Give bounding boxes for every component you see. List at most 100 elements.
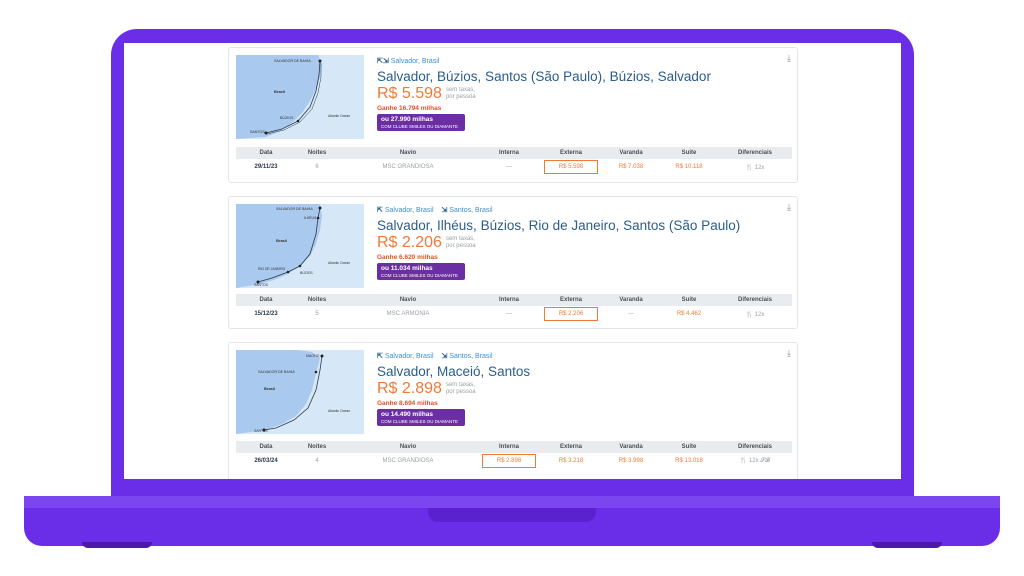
svg-text:Atlantic Ocean: Atlantic Ocean — [328, 114, 350, 118]
price: R$ 2.898 — [377, 380, 442, 397]
port-link[interactable]: Salvador, Brasil — [385, 207, 434, 214]
cruise-card[interactable]: SALVADOR DE BAHIA ILHÉUS Brasil RIO DE J… — [228, 196, 798, 329]
port-link[interactable]: Santos, Brasil — [449, 353, 492, 360]
svg-text:SALVADOR DE BAHIA: SALVADOR DE BAHIA — [276, 207, 313, 211]
col-header: Externa — [540, 294, 602, 306]
price-note: sem taxas, por pessoa — [445, 382, 476, 395]
col-header: Suite — [660, 294, 718, 306]
port-link[interactable]: Santos, Brasil — [449, 207, 492, 214]
fare-table: Data Noites Navio Interna Externa Varand… — [236, 441, 792, 469]
svg-text:SANTOS: SANTOS — [254, 283, 269, 287]
nights-cell: 5 — [315, 311, 319, 317]
svg-text:Brasil: Brasil — [276, 238, 287, 243]
interna-price-selected[interactable]: R$ 2.898 — [481, 454, 537, 468]
differentials-cell: 🍴 12x — [745, 311, 765, 318]
col-header: Noites — [296, 294, 338, 306]
col-header: Data — [236, 441, 296, 453]
interna-price[interactable]: --- — [478, 306, 540, 322]
svg-text:SALVADOR DE BAHIA: SALVADOR DE BAHIA — [274, 59, 311, 63]
ports-line: ⇱⇲ Salvador, Brasil — [377, 57, 777, 67]
svg-text:BÚZIOS: BÚZIOS — [300, 270, 313, 275]
cruise-card[interactable]: SALVADOR DE BAHIA Brasil BÚZIOS SANTOS A… — [228, 47, 798, 183]
table-row: 15/12/23 5 MSC ARMONIA --- R$ 2.206 --- … — [236, 306, 792, 322]
cruise-info: ⇱ Salvador, Brasil ⇲ Santos, Brasil Salvad… — [377, 352, 777, 428]
ports-line: ⇱ Salvador, Brasil ⇲ Santos, Brasil — [377, 206, 777, 216]
col-header: Varanda — [602, 294, 660, 306]
col-header: Externa — [540, 147, 602, 159]
laptop-mockup: SALVADOR DE BAHIA Brasil BÚZIOS SANTOS A… — [0, 0, 1024, 576]
svg-text:RIO DE JANEIRO: RIO DE JANEIRO — [258, 267, 286, 271]
fare-table: Data Noites Navio Interna Externa Varand… — [236, 294, 792, 322]
ship-cell: MSC ARMONIA — [386, 311, 430, 317]
price-note: sem taxas, por pessoa — [445, 87, 476, 100]
nights-cell: 6 — [315, 164, 319, 170]
route-map-drawing: SALVADOR DE BAHIA ILHÉUS Brasil RIO DE J… — [236, 204, 350, 288]
col-header: Varanda — [602, 147, 660, 159]
price: R$ 2.206 — [377, 234, 442, 251]
date-cell: 26/03/24 — [254, 458, 278, 464]
miles-earned: Ganhe 16.794 milhas — [377, 105, 442, 112]
miles-earned: Ganhe 8.694 milhas — [377, 400, 438, 407]
col-header: Navio — [338, 147, 478, 159]
col-header: Noites — [296, 441, 338, 453]
laptop-foot-right — [872, 542, 942, 548]
col-header: Noites — [296, 147, 338, 159]
col-header: Interna — [478, 441, 540, 453]
differentials-cell: 🍴 12x — [745, 164, 765, 171]
externa-price[interactable]: R$ 3.218 — [540, 453, 602, 469]
svg-text:ILHÉUS: ILHÉUS — [304, 215, 317, 220]
interna-cell: R$ 2.898 — [478, 453, 540, 469]
col-header: Data — [236, 294, 296, 306]
price-note: sem taxas, por pessoa — [445, 236, 476, 249]
col-header: Diferenciais — [718, 294, 792, 306]
ports-line: ⇱ Salvador, Brasil ⇲ Santos, Brasil — [377, 352, 777, 362]
cruise-card[interactable]: MACEIÓ SALVADOR DE BAHIA Brasil Atlantic… — [228, 342, 798, 479]
svg-text:MACEIÓ: MACEIÓ — [306, 353, 320, 358]
price: R$ 5.598 — [377, 85, 442, 102]
svg-text:Atlantic Ocean: Atlantic Ocean — [328, 261, 350, 265]
cruise-info: ⇱⇲ Salvador, Brasil Salvador, Búzios, San… — [377, 57, 777, 133]
route-map: SALVADOR DE BAHIA Brasil BÚZIOS SANTOS A… — [236, 55, 364, 139]
svg-text:BÚZIOS: BÚZIOS — [280, 115, 294, 120]
port-link[interactable]: Salvador, Brasil — [391, 58, 440, 65]
arrival-icon: ⇲ — [441, 353, 448, 360]
externa-cell: R$ 2.206 — [540, 306, 602, 322]
suite-price[interactable]: R$ 4.462 — [660, 306, 718, 322]
interna-price[interactable]: --- — [478, 159, 540, 175]
nights-cell: 4 — [315, 458, 319, 464]
ship-cell: MSC GRANDIOSA — [382, 164, 434, 170]
varanda-price[interactable]: --- — [602, 306, 660, 322]
arrival-icon: ⇲ — [441, 207, 448, 214]
svg-text:Atlantic Ocean: Atlantic Ocean — [328, 409, 350, 413]
itinerary-title[interactable]: Salvador, Ilhéus, Búzios, Rio de Janeiro… — [377, 218, 777, 233]
itinerary-title[interactable]: Salvador, Búzios, Santos (São Paulo), Bú… — [377, 69, 777, 84]
col-header: Suite — [660, 441, 718, 453]
download-icon[interactable]: ⤓ — [787, 202, 791, 213]
varanda-price[interactable]: R$ 7.038 — [602, 159, 660, 175]
port-link[interactable]: Salvador, Brasil — [385, 353, 434, 360]
suite-price[interactable]: R$ 10.118 — [660, 159, 718, 175]
suite-price[interactable]: R$ 13.018 — [660, 453, 718, 469]
externa-price-selected[interactable]: R$ 5.598 — [543, 160, 599, 174]
col-header: Navio — [338, 441, 478, 453]
club-badge: ou 11.034 milhas COM CLUBE SMILES OU DIAM… — [377, 263, 465, 280]
varanda-price[interactable]: R$ 3.998 — [602, 453, 660, 469]
download-icon[interactable]: ⤓ — [787, 53, 791, 64]
svg-text:SANTOS: SANTOS — [250, 130, 265, 134]
col-header: Navio — [338, 294, 478, 306]
svg-text:SANTOS: SANTOS — [254, 429, 269, 433]
externa-cell: R$ 5.598 — [540, 159, 602, 175]
differentials-cell: 🍴 12x 𝓢𝓑 — [739, 458, 771, 464]
col-header: Diferenciais — [718, 147, 792, 159]
col-header: Diferenciais — [718, 441, 792, 453]
externa-price-selected[interactable]: R$ 2.206 — [543, 307, 599, 321]
ship-cell: MSC GRANDIOSA — [382, 458, 434, 464]
download-icon[interactable]: ⤓ — [787, 348, 791, 359]
itinerary-title[interactable]: Salvador, Maceió, Santos — [377, 364, 777, 379]
col-header: Suite — [660, 147, 718, 159]
svg-text:Brasil: Brasil — [274, 89, 285, 94]
departure-icon: ⇱ — [377, 353, 383, 360]
svg-text:SALVADOR DE BAHIA: SALVADOR DE BAHIA — [258, 370, 295, 374]
route-map: SALVADOR DE BAHIA ILHÉUS Brasil RIO DE J… — [236, 204, 364, 288]
club-badge: ou 27.990 milhas COM CLUBE SMILES OU DIAM… — [377, 114, 465, 131]
